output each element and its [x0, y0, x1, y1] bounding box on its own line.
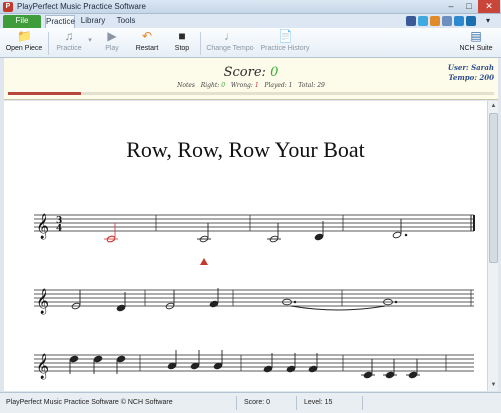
staff-1: [34, 214, 475, 232]
score-label: Score:: [223, 65, 266, 80]
tab-tools[interactable]: Tools: [113, 15, 139, 28]
music-notes-icon: ♫: [64, 29, 74, 43]
image-icon[interactable]: [454, 16, 464, 26]
stop-button[interactable]: ■ Stop: [170, 30, 194, 57]
note: [267, 223, 281, 243]
change-tempo-label: Change Tempo: [206, 45, 254, 52]
right-count: 0: [221, 82, 226, 89]
practice-label: Practice: [56, 45, 82, 52]
blog-icon[interactable]: [442, 16, 452, 26]
restart-button[interactable]: ↶ Restart: [132, 30, 162, 57]
sheet-music: Row, Row, Row Your Boat 𝄞 3 4 𝄞 𝄞: [4, 101, 487, 391]
tab-library[interactable]: Library: [79, 15, 107, 28]
practice-history-label: Practice History: [260, 45, 310, 52]
notes-label: Notes: [177, 82, 196, 89]
tab-file[interactable]: File: [3, 15, 41, 28]
nch-suite-button[interactable]: ▤ NCH Suite: [456, 30, 496, 57]
note: [213, 350, 223, 370]
progress-bar: [8, 92, 494, 95]
score-value: 0: [270, 65, 279, 80]
menu-tabs: File Practice Library Tools ▾: [0, 14, 501, 28]
toolbar-divider: [48, 32, 49, 55]
metronome-icon: ♩: [224, 29, 236, 43]
stop-label: Stop: [174, 45, 190, 52]
minimize-button[interactable]: –: [442, 0, 460, 13]
practice-history-button[interactable]: 📄 Practice History: [260, 30, 310, 57]
user-info: User: Sarah Tempo: 200: [448, 63, 494, 83]
scroll-up-icon[interactable]: ▲: [488, 101, 499, 112]
status-divider: [296, 396, 297, 410]
tempo-value: 200: [479, 73, 494, 82]
vertical-scrollbar[interactable]: ▲ ▼: [487, 101, 498, 391]
close-button[interactable]: ✕: [478, 0, 500, 13]
status-divider: [236, 396, 237, 410]
note: [71, 290, 81, 310]
share-icon[interactable]: [430, 16, 440, 26]
restart-label: Restart: [135, 45, 159, 52]
status-bar: PlayPerfect Music Practice Software © NC…: [0, 392, 501, 413]
play-icon: ▶: [107, 29, 117, 43]
user-name: Sarah: [471, 63, 494, 72]
treble-clef-icon: 𝄞: [36, 353, 49, 379]
scroll-down-icon[interactable]: ▼: [488, 380, 499, 391]
twitter-icon[interactable]: [418, 16, 428, 26]
toolbar-divider: [200, 32, 201, 55]
score-display: Score: 0: [4, 65, 498, 80]
status-score: Score: 0: [244, 399, 271, 406]
staff-canvas: 𝄞 3 4 𝄞 𝄞: [34, 213, 475, 379]
restart-icon: ↶: [141, 29, 153, 43]
notes-stats: Notes Right: 0 Wrong: 1 Played: 1 Total:…: [4, 82, 498, 89]
note: [383, 359, 397, 379]
window-title: PlayPerfect Music Practice Software: [17, 2, 146, 11]
total-count: 29: [317, 82, 325, 89]
tie: [290, 305, 386, 311]
user-label: User:: [447, 63, 469, 72]
total-label: Total:: [298, 82, 316, 89]
progress-fill: [8, 92, 81, 95]
note: [406, 359, 420, 379]
score-panel: Score: 0 Notes Right: 0 Wrong: 1 Played:…: [4, 58, 498, 100]
played-label: Played:: [264, 82, 287, 89]
wrong-count: 1: [254, 82, 259, 89]
played-count: 1: [288, 82, 293, 89]
scrollbar-thumb[interactable]: [489, 113, 498, 263]
note: [165, 290, 175, 310]
note: [190, 350, 200, 370]
open-piece-label: Open Piece: [5, 45, 43, 52]
note: [167, 350, 177, 370]
linkedin-icon[interactable]: [466, 16, 476, 26]
treble-clef-icon: 𝄞: [36, 213, 49, 239]
stop-icon: ■: [178, 29, 186, 43]
play-label: Play: [105, 45, 119, 52]
tab-practice[interactable]: Practice: [45, 15, 75, 28]
note: [197, 223, 211, 243]
time-signature-bottom: 4: [56, 224, 62, 234]
history-icon: 📄: [278, 29, 293, 43]
nch-suite-label: NCH Suite: [459, 45, 493, 52]
toolbar: 📁 Open Piece ♫ Practice ▾ ▶ Play ↶ Resta…: [0, 28, 501, 58]
note: [392, 219, 408, 239]
app-icon: P: [3, 2, 13, 12]
wrong-label: Wrong:: [230, 82, 253, 89]
staff-2: [34, 289, 474, 307]
maximize-button[interactable]: □: [460, 0, 478, 13]
treble-clef-icon: 𝄞: [36, 288, 49, 314]
status-divider: [362, 396, 363, 410]
position-marker-icon: [200, 258, 208, 265]
practice-button[interactable]: ♫ Practice: [52, 30, 86, 57]
play-button[interactable]: ▶ Play: [100, 30, 124, 57]
nch-suite-icon: ▤: [470, 29, 482, 43]
status-copyright: PlayPerfect Music Practice Software © NC…: [6, 399, 173, 406]
change-tempo-button[interactable]: ♩ Change Tempo: [206, 30, 254, 57]
title-bar: P PlayPerfect Music Practice Software – …: [0, 0, 501, 14]
facebook-icon[interactable]: [406, 16, 416, 26]
tempo-label: Tempo:: [448, 73, 477, 82]
open-piece-button[interactable]: 📁 Open Piece: [4, 30, 44, 57]
dropdown-arrow-icon[interactable]: ▾: [480, 15, 496, 28]
folder-icon: 📁: [17, 29, 32, 43]
right-label: Right:: [200, 82, 220, 89]
note-wrong: [104, 223, 118, 243]
note: [361, 359, 375, 379]
status-level: Level: 15: [304, 399, 333, 406]
